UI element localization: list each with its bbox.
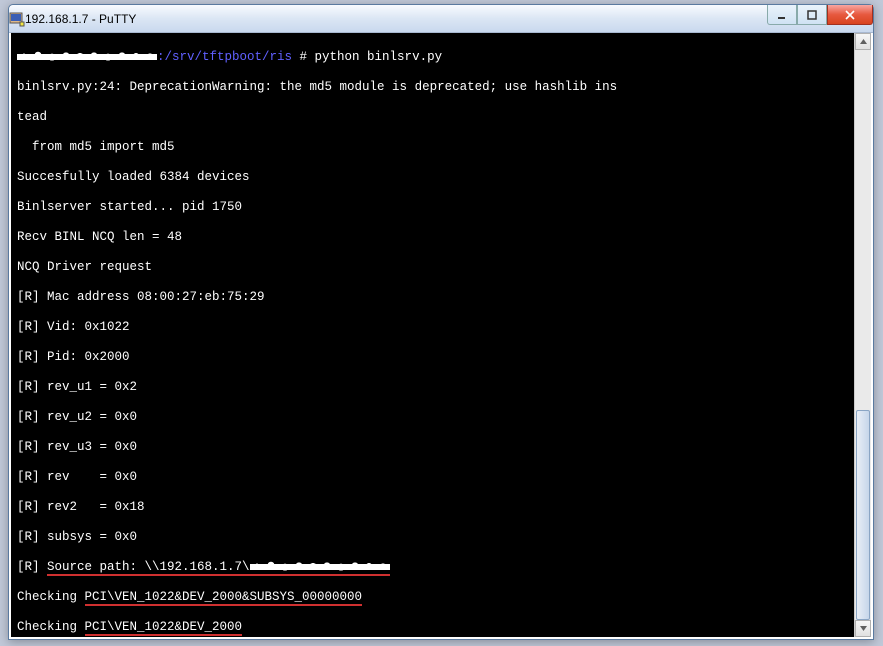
- output-line: [R] rev_u2 = 0x0: [17, 410, 850, 425]
- output-line: NCQ Driver request: [17, 260, 850, 275]
- output-line: from md5 import md5: [17, 140, 850, 155]
- output-line: [R] rev2 = 0x18: [17, 500, 850, 515]
- output-line: Binlserver started... pid 1750: [17, 200, 850, 215]
- terminal-area: :/srv/tftpboot/ris # python binlsrv.py b…: [11, 33, 871, 637]
- output-line: Succesfully loaded 6384 devices: [17, 170, 850, 185]
- output-line: [R] Source path: \\192.168.1.7\: [17, 560, 850, 575]
- prompt-host: [17, 50, 157, 64]
- output-line: [R] Vid: 0x1022: [17, 320, 850, 335]
- redacted-hostname: [17, 50, 157, 63]
- output-line: [R] subsys = 0x0: [17, 530, 850, 545]
- titlebar[interactable]: 192.168.1.7 - PuTTY: [9, 5, 873, 33]
- window-title: 192.168.1.7 - PuTTY: [25, 12, 136, 26]
- output-line: Recv BINL NCQ len = 48: [17, 230, 850, 245]
- output-line: [R] Mac address 08:00:27:eb:75:29: [17, 290, 850, 305]
- output-line: Checking PCI\VEN_1022&DEV_2000: [17, 620, 850, 635]
- output-line: [R] Pid: 0x2000: [17, 350, 850, 365]
- scroll-up-button[interactable]: [855, 33, 871, 50]
- scroll-thumb[interactable]: [856, 410, 870, 620]
- prompt-path: :/srv/tftpboot/ris: [157, 50, 292, 64]
- close-button[interactable]: [827, 5, 873, 25]
- output-line: [R] rev_u3 = 0x0: [17, 440, 850, 455]
- output-line: [R] rev_u1 = 0x2: [17, 380, 850, 395]
- minimize-button[interactable]: [767, 5, 797, 25]
- output-line: binlsrv.py:24: DeprecationWarning: the m…: [17, 80, 850, 95]
- putty-window: 192.168.1.7 - PuTTY :/srv/tftpboot/ris #…: [8, 4, 874, 640]
- window-buttons: [767, 5, 873, 25]
- output-line: Checking PCI\VEN_1022&DEV_2000&SUBSYS_00…: [17, 590, 850, 605]
- maximize-button[interactable]: [797, 5, 827, 25]
- scroll-track[interactable]: [855, 50, 871, 620]
- output-line: [R] rev = 0x0: [17, 470, 850, 485]
- scrollbar[interactable]: [854, 33, 871, 637]
- command: python binlsrv.py: [315, 50, 443, 64]
- terminal[interactable]: :/srv/tftpboot/ris # python binlsrv.py b…: [11, 33, 854, 637]
- scroll-down-button[interactable]: [855, 620, 871, 637]
- output-line: tead: [17, 110, 850, 125]
- putty-icon: [9, 11, 25, 27]
- redacted-path: [250, 560, 390, 573]
- prompt-sep: #: [292, 50, 315, 64]
